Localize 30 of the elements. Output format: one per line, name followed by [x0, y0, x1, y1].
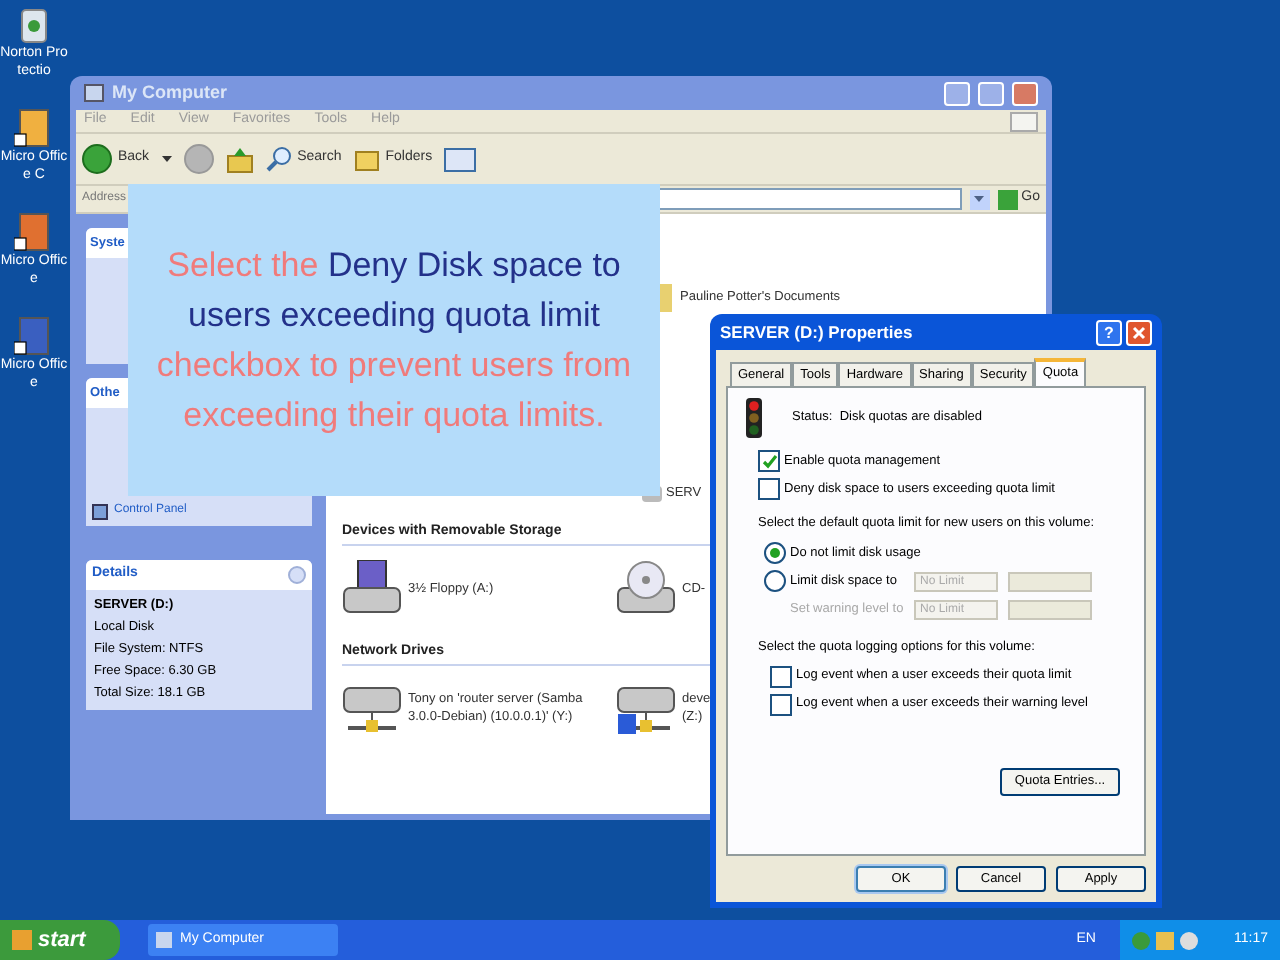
close-button[interactable]: [1012, 81, 1038, 105]
dropdown-caret-icon[interactable]: [969, 189, 990, 209]
folder-up-icon[interactable]: [225, 145, 254, 173]
folder-icon: [353, 147, 380, 171]
minimize-button[interactable]: [944, 81, 970, 105]
cd-drive-icon: [616, 560, 676, 616]
help-button[interactable]: ?: [1096, 319, 1122, 345]
document-shortcut-icon[interactable]: [14, 212, 54, 252]
start-button[interactable]: start: [0, 920, 120, 960]
document-shortcut-icon[interactable]: [14, 316, 54, 356]
checkbox[interactable]: [770, 665, 792, 687]
views-icon[interactable]: [444, 147, 477, 171]
checkbox[interactable]: [770, 693, 792, 715]
close-button[interactable]: [1126, 319, 1152, 345]
dialog-title: SERVER (D:) Properties: [720, 319, 915, 345]
traffic-light-icon: [744, 398, 764, 438]
floppy-drive-icon: [342, 560, 402, 616]
window-title: My Computer: [112, 79, 230, 106]
radio-button[interactable]: [764, 542, 786, 565]
checkbox[interactable]: [758, 450, 780, 472]
search-icon: [265, 146, 292, 172]
computer-icon: [84, 84, 104, 102]
document-shortcut-icon[interactable]: [14, 108, 54, 148]
radio-button[interactable]: [764, 570, 786, 593]
checkbox[interactable]: [758, 478, 780, 500]
control-panel-icon: [92, 503, 108, 519]
volume-icon[interactable]: [1180, 931, 1198, 949]
dropdown-caret-icon[interactable]: [161, 156, 172, 162]
maximize-button[interactable]: [978, 81, 1004, 105]
close-icon: [1132, 325, 1146, 339]
